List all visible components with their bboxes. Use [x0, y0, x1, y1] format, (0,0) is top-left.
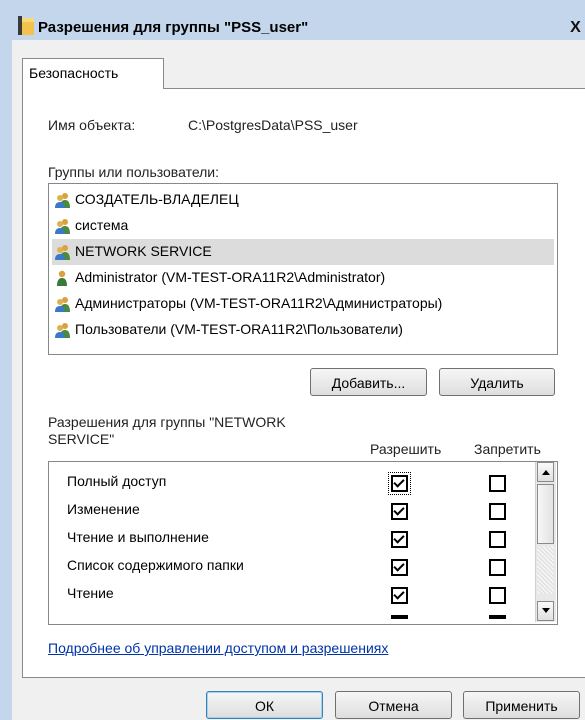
- permission-name: Полный доступ: [67, 473, 167, 489]
- deny-checkbox[interactable]: [489, 503, 506, 520]
- allow-column-header: Разрешить: [370, 441, 442, 457]
- permission-name: Изменение: [67, 501, 140, 517]
- list-item[interactable]: Администраторы (VM-TEST-ORA11R2\Админист…: [52, 291, 554, 317]
- scroll-thumb[interactable]: [537, 484, 554, 544]
- object-name-value: C:\PostgresData\PSS_user: [188, 117, 358, 133]
- remove-button[interactable]: Удалить: [439, 368, 555, 396]
- permission-name: Список содержимого папки: [67, 557, 244, 573]
- permission-name: Чтение: [67, 585, 114, 601]
- access-control-help-link[interactable]: Подробнее об управлении доступом и разре…: [48, 640, 388, 656]
- list-item-label: система: [75, 217, 129, 233]
- list-item[interactable]: система: [52, 213, 554, 239]
- allow-checkbox[interactable]: [388, 472, 411, 495]
- list-item-selected[interactable]: NETWORK SERVICE: [52, 239, 554, 265]
- list-item-label: Administrator (VM-TEST-ORA11R2\Administr…: [75, 269, 386, 285]
- permission-row: Полный доступ: [49, 467, 535, 495]
- deny-checkbox[interactable]: [489, 531, 506, 548]
- deny-checkbox[interactable]: [489, 475, 506, 492]
- permission-row: Чтение: [49, 579, 535, 607]
- deny-checkbox[interactable]: [489, 587, 506, 604]
- allow-checkbox[interactable]: [391, 587, 408, 604]
- users-group-icon: [55, 323, 70, 338]
- scroll-down-button[interactable]: [537, 601, 554, 621]
- title-bar[interactable]: Разрешения для группы "PSS_user" X: [0, 0, 585, 38]
- folder-icon: [18, 16, 34, 35]
- permissions-dialog-window: Разрешения для группы "PSS_user" X Безоп…: [0, 0, 585, 720]
- list-item-label: Пользователи (VM-TEST-ORA11R2\Пользовате…: [75, 321, 403, 337]
- close-button[interactable]: X: [566, 17, 585, 38]
- list-item-label: Администраторы (VM-TEST-ORA11R2\Админист…: [75, 295, 443, 311]
- apply-button[interactable]: Применить: [463, 691, 580, 719]
- add-button[interactable]: Добавить...: [310, 368, 427, 396]
- permissions-label-line2: SERVICE": [48, 431, 115, 447]
- groups-listbox[interactable]: СОЗДАТЕЛЬ-ВЛАДЕЛЕЦ система NETWORK SERVI…: [48, 183, 558, 355]
- permission-row: Список содержимого папки: [49, 551, 535, 579]
- permissions-scrollbar[interactable]: [535, 462, 556, 622]
- list-item[interactable]: СОЗДАТЕЛЬ-ВЛАДЕЛЕЦ: [52, 187, 554, 213]
- list-item-label: СОЗДАТЕЛЬ-ВЛАДЕЛЕЦ: [75, 191, 239, 207]
- ok-button[interactable]: ОК: [206, 691, 323, 719]
- permission-name: Чтение и выполнение: [67, 529, 209, 545]
- list-item[interactable]: Administrator (VM-TEST-ORA11R2\Administr…: [52, 265, 554, 291]
- tab-security-label: Безопасность: [29, 65, 119, 81]
- permission-row-partial: [49, 607, 535, 624]
- permission-row: Чтение и выполнение: [49, 523, 535, 551]
- user-icon: [57, 270, 67, 286]
- permissions-label-line1: Разрешения для группы "NETWORK: [48, 414, 286, 430]
- list-item[interactable]: Пользователи (VM-TEST-ORA11R2\Пользовате…: [52, 317, 554, 343]
- arrow-up-icon: [542, 470, 550, 475]
- cancel-button[interactable]: Отмена: [335, 691, 452, 719]
- scroll-track[interactable]: [537, 546, 554, 594]
- deny-checkbox[interactable]: [489, 559, 506, 576]
- users-group-icon: [55, 219, 70, 234]
- permission-row: Изменение: [49, 495, 535, 523]
- users-group-icon: [55, 193, 70, 208]
- deny-column-header: Запретить: [474, 441, 541, 457]
- groups-label: Группы или пользователи:: [48, 164, 220, 180]
- users-group-icon: [55, 245, 70, 260]
- object-name-label: Имя объекта:: [48, 117, 136, 133]
- deny-checkbox-partial: [489, 615, 506, 619]
- allow-checkbox-partial: [391, 615, 408, 619]
- allow-checkbox[interactable]: [391, 503, 408, 520]
- list-item-label: NETWORK SERVICE: [75, 243, 212, 259]
- permissions-table: Полный доступ Изменение Чтение и выполне…: [48, 461, 558, 625]
- allow-checkbox[interactable]: [391, 531, 408, 548]
- tab-security[interactable]: Безопасность: [22, 58, 164, 89]
- arrow-down-icon: [542, 608, 550, 613]
- users-group-icon: [55, 297, 70, 312]
- window-title: Разрешения для группы "PSS_user": [38, 19, 309, 36]
- allow-checkbox[interactable]: [391, 559, 408, 576]
- scroll-up-button[interactable]: [537, 462, 554, 482]
